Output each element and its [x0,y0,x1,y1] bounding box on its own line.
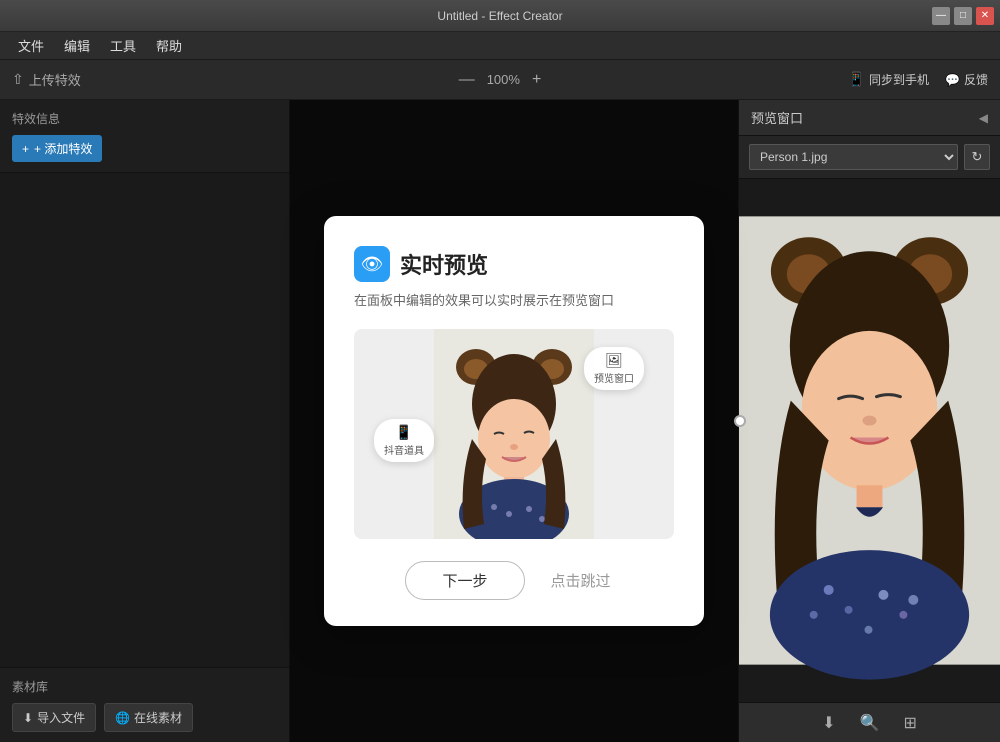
left-panel: 特效信息 + + 添加特效 素材库 ⬇ 导入文件 🌐 在线素材 [0,100,290,742]
add-icon: + [22,142,29,156]
menu-edit[interactable]: 编辑 [54,32,100,59]
refresh-icon: ↻ [972,149,983,165]
menu-bar: 文件 编辑 工具 帮助 [0,32,1000,60]
modal-overlay: 👁 实时预览 在面板中编辑的效果可以实时展示在预览窗口 [290,100,738,742]
modal-desc: 在面板中编辑的效果可以实时展示在预览窗口 [354,290,674,309]
callout-douyin-text: 抖音道具 [384,442,424,457]
callout-douyin: 📱 抖音道具 [374,419,434,462]
add-effect-label: + 添加特效 [34,140,92,157]
preview-search-button[interactable]: 🔍 [856,709,884,737]
title-bar: Untitled - Effect Creator — □ ✕ [0,0,1000,32]
online-icon: 🌐 [115,711,130,725]
import-label: 导入文件 [37,709,85,726]
asset-buttons: ⬇ 导入文件 🌐 在线素材 [12,703,277,732]
modal-title: 实时预览 [400,248,488,280]
window-title: Untitled - Effect Creator [437,9,562,23]
feedback-button[interactable]: 💬 反馈 [945,71,988,88]
next-step-button[interactable]: 下一步 [405,561,524,600]
window-controls: — □ ✕ [932,7,994,25]
sync-icon: 📱 [848,71,865,88]
upload-label: 上传特效 [29,70,81,89]
callout-preview-icon: 🖼 [605,352,623,369]
online-asset-button[interactable]: 🌐 在线素材 [104,703,193,732]
modal-header: 👁 实时预览 [354,246,674,282]
upload-effect-button[interactable]: ⇧ 上传特效 [12,70,81,89]
feedback-label: 反馈 [964,71,988,88]
menu-tools[interactable]: 工具 [100,32,146,59]
online-label: 在线素材 [134,709,182,726]
callout-preview: 🖼 预览窗口 [584,347,644,390]
asset-label: 素材库 [12,678,277,695]
callout-douyin-icon: 📱 [395,424,412,441]
asset-section: 素材库 ⬇ 导入文件 🌐 在线素材 [0,667,289,742]
preview-person-large-svg [739,179,1000,702]
zoom-in-button[interactable]: + [528,71,545,89]
right-panel-header: 预览窗口 ◀ [739,100,1000,136]
zoom-controls: — 100% + [455,71,546,89]
modal-card: 👁 实时预览 在面板中编辑的效果可以实时展示在预览窗口 [324,216,704,626]
menu-help[interactable]: 帮助 [146,32,192,59]
modal-eye-icon: 👁 [354,246,390,282]
preview-download-button[interactable]: ⬇ [818,709,839,737]
preview-person-svg [434,329,594,539]
upload-icon: ⇧ [12,71,24,88]
minimize-button[interactable]: — [932,7,950,25]
sync-label: 同步到手机 [869,71,929,88]
panel-collapse-button[interactable]: ◀ [979,111,988,125]
skip-button[interactable]: 点击跳过 [539,561,623,600]
sync-button[interactable]: 📱 同步到手机 [848,71,929,88]
main-layout: 特效信息 + + 添加特效 素材库 ⬇ 导入文件 🌐 在线素材 [0,100,1000,742]
modal-preview-area: 🖼 预览窗口 📱 抖音道具 [354,329,674,539]
preview-grid-button[interactable]: ⊞ [899,709,920,737]
preview-controls: Person 1.jpg Person 2.jpg ↻ [739,136,1000,179]
callout-preview-text: 预览窗口 [594,370,634,385]
import-icon: ⬇ [23,711,33,725]
close-button[interactable]: ✕ [976,7,994,25]
import-file-button[interactable]: ⬇ 导入文件 [12,703,96,732]
right-panel-title: 预览窗口 [751,108,803,127]
zoom-value: 100% [487,72,520,87]
zoom-out-button[interactable]: — [455,71,479,89]
canvas-resize-handle[interactable] [734,415,746,427]
center-canvas: 👁 实时预览 在面板中编辑的效果可以实时展示在预览窗口 [290,100,738,742]
toolbar: ⇧ 上传特效 — 100% + 📱 同步到手机 💬 反馈 [0,60,1000,100]
preview-image-area [739,179,1000,702]
right-panel: 预览窗口 ◀ Person 1.jpg Person 2.jpg ↻ [738,100,1000,742]
preview-image-select[interactable]: Person 1.jpg Person 2.jpg [749,144,958,170]
effects-label: 特效信息 [12,110,277,127]
effects-section: 特效信息 + + 添加特效 [0,100,289,173]
add-effect-button[interactable]: + + 添加特效 [12,135,102,162]
menu-file[interactable]: 文件 [8,32,54,59]
feedback-icon: 💬 [945,73,960,87]
maximize-button[interactable]: □ [954,7,972,25]
toolbar-right: 📱 同步到手机 💬 反馈 [848,71,988,88]
preview-refresh-button[interactable]: ↻ [964,144,990,170]
panel-empty-area [0,173,289,667]
modal-footer: 下一步 点击跳过 [354,561,674,600]
preview-bottom-bar: ⬇ 🔍 ⊞ [739,702,1000,742]
